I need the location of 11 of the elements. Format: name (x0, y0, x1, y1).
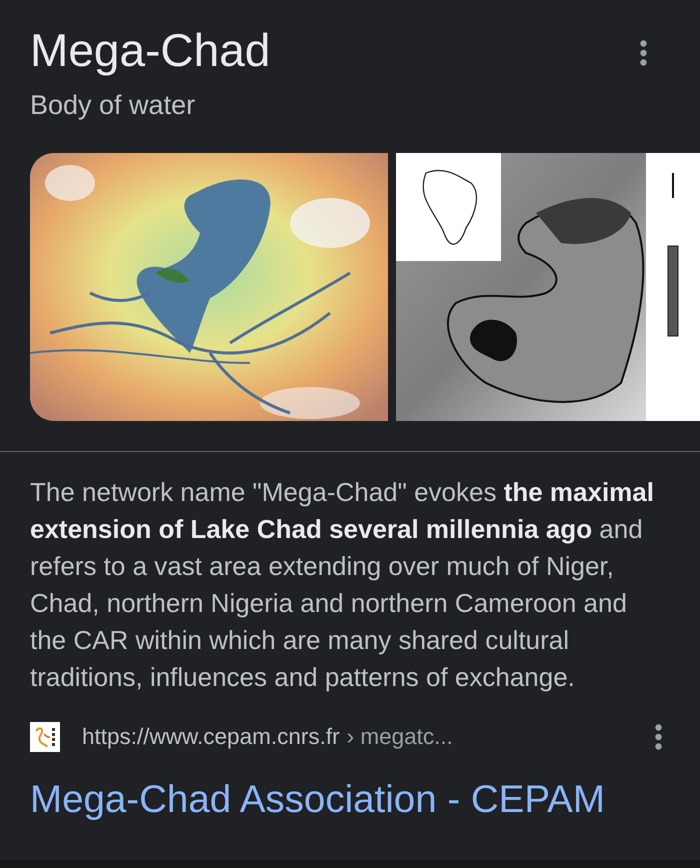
menu-dots-icon (640, 40, 646, 66)
relief-map-drawing[interactable] (30, 153, 388, 421)
result-url[interactable]: https://www.cepam.cnrs.fr (82, 723, 340, 751)
menu-dots-icon (654, 724, 662, 750)
description-paragraph: The network name "Mega-Chad" evokes the maximal extension of Lake Chad several millennia ago and refers to a vast area extending over much of Niger, Chad, northern Nigeria and northern Cameroon and the CAR within which are many shared cultural traditions, influences and patterns of exchange. (30, 476, 655, 694)
site-favicon-icon (30, 722, 60, 752)
entity-title: Mega-Chad (30, 23, 270, 78)
result-breadcrumb: › megatc... (346, 723, 453, 751)
result-title-link[interactable]: Mega-Chad Association - CEPAM (30, 778, 605, 822)
elevation-map-drawing[interactable] (396, 153, 700, 421)
entity-subtitle: Body of water (30, 89, 196, 121)
